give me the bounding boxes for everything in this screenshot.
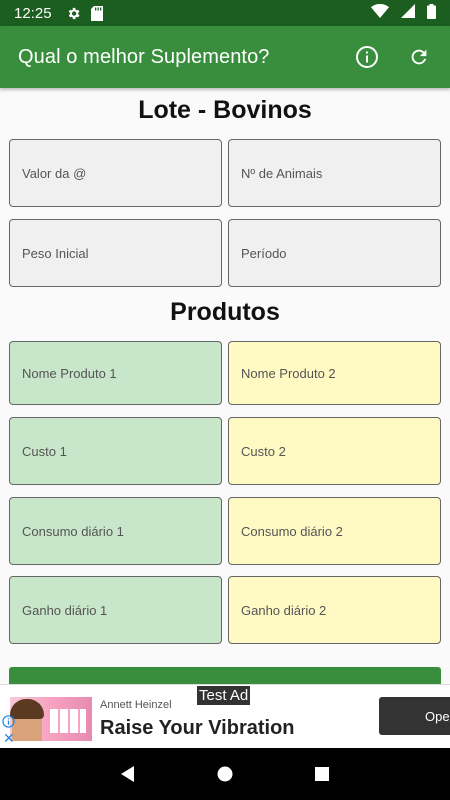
- custo-2-field[interactable]: Custo 2: [228, 417, 441, 485]
- ganho-diario-2-field[interactable]: Ganho diário 2: [228, 576, 441, 644]
- peso-inicial-field[interactable]: Peso Inicial: [9, 219, 222, 287]
- num-animais-placeholder: Nº de Animais: [241, 165, 323, 181]
- nome-produto-1-placeholder: Nome Produto 1: [22, 365, 117, 381]
- ad-person-hair: [10, 699, 44, 719]
- lote-title: Lote - Bovinos: [138, 96, 312, 124]
- valor-arroba-placeholder: Valor da @: [22, 165, 87, 181]
- status-bar: 12:25: [0, 0, 450, 26]
- produtos-title: Produtos: [170, 298, 280, 326]
- calculate-button[interactable]: [9, 667, 441, 684]
- consumo-diario-2-field[interactable]: Consumo diário 2: [228, 497, 441, 565]
- recents-icon[interactable]: [307, 759, 337, 789]
- custo-1-field[interactable]: Custo 1: [9, 417, 222, 485]
- info-icon[interactable]: [352, 42, 382, 72]
- periodo-placeholder: Período: [241, 245, 287, 261]
- gear-icon: [66, 6, 81, 21]
- ad-advertiser: Annett Heinzel: [100, 699, 172, 711]
- nome-produto-2-placeholder: Nome Produto 2: [241, 365, 336, 381]
- home-icon[interactable]: [210, 759, 240, 789]
- ad-close-icon[interactable]: ✕: [3, 731, 15, 745]
- periodo-field[interactable]: Período: [228, 219, 441, 287]
- status-time: 12:25: [14, 4, 52, 22]
- refresh-icon[interactable]: [404, 42, 434, 72]
- ad-headline[interactable]: Raise Your Vibration: [100, 717, 295, 740]
- app-title: Qual o melhor Suplemento?: [18, 45, 270, 68]
- ad-open-label: Open: [425, 708, 450, 724]
- wifi-icon: [371, 3, 389, 22]
- peso-inicial-placeholder: Peso Inicial: [22, 245, 89, 261]
- battery-icon: [427, 3, 436, 23]
- sd-card-icon: [90, 5, 103, 21]
- back-icon[interactable]: [113, 759, 143, 789]
- custo-2-placeholder: Custo 2: [241, 443, 286, 459]
- ganho-diario-2-placeholder: Ganho diário 2: [241, 602, 327, 618]
- consumo-diario-2-placeholder: Consumo diário 2: [241, 523, 343, 539]
- ad-image[interactable]: [10, 697, 92, 741]
- ad-banner[interactable]: Test Ad ✕ Annett Heinzel Raise Your Vibr…: [0, 684, 450, 748]
- nome-produto-2-field[interactable]: Nome Produto 2: [228, 341, 441, 405]
- custo-1-placeholder: Custo 1: [22, 443, 67, 459]
- num-animais-field[interactable]: Nº de Animais: [228, 139, 441, 207]
- test-ad-badge: Test Ad: [196, 685, 252, 706]
- navigation-bar: [0, 748, 450, 800]
- valor-arroba-field[interactable]: Valor da @: [9, 139, 222, 207]
- ganho-diario-1-placeholder: Ganho diário 1: [22, 602, 108, 618]
- ad-open-button[interactable]: Open: [379, 697, 450, 735]
- consumo-diario-1-placeholder: Consumo diário 1: [22, 523, 124, 539]
- ad-books-image: [50, 709, 86, 733]
- form-content: Lote - Bovinos Valor da @ Nº de Animais …: [0, 88, 450, 684]
- app-bar: Qual o melhor Suplemento?: [0, 26, 450, 88]
- ganho-diario-1-field[interactable]: Ganho diário 1: [9, 576, 222, 644]
- consumo-diario-1-field[interactable]: Consumo diário 1: [9, 497, 222, 565]
- signal-icon: [401, 4, 415, 22]
- nome-produto-1-field[interactable]: Nome Produto 1: [9, 341, 222, 405]
